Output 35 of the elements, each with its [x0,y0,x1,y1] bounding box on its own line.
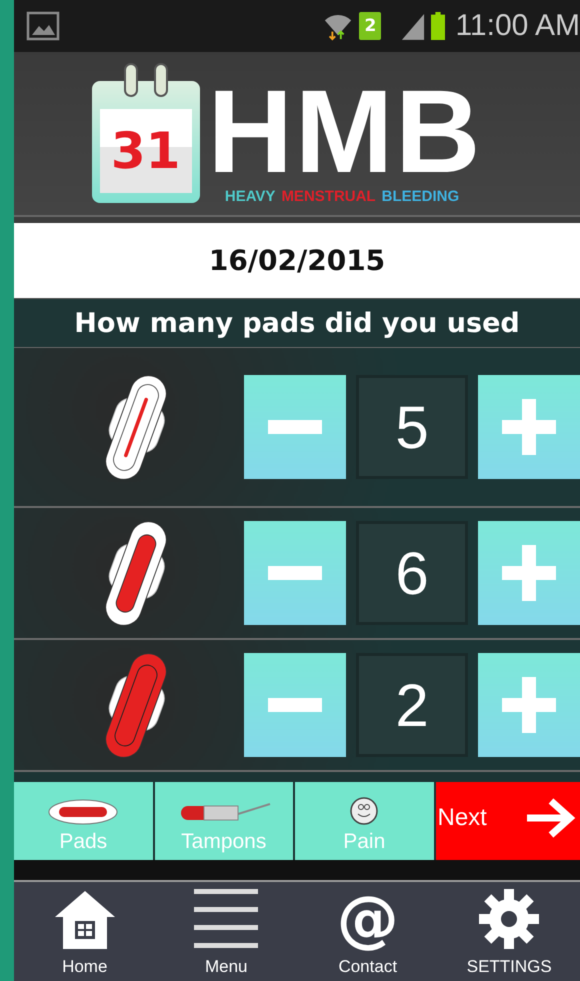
date-label: 16/02/2015 [14,217,580,298]
next-button[interactable]: Next [436,782,580,860]
settings-icon [477,887,542,951]
increase-button[interactable] [478,375,580,479]
picture-icon [26,11,60,41]
plus-icon [502,677,556,733]
menu-icon [194,887,258,951]
at-sign-icon: @ [336,887,399,951]
app-title: HMB [208,82,482,182]
question-text: How many pads did you used [14,298,580,348]
status-time: 11:00 AM [455,9,580,43]
home-nav-button[interactable]: Home [24,887,145,977]
menu-nav-button[interactable]: Menu [166,887,286,977]
increase-button[interactable] [478,653,580,757]
battery-icon [431,11,446,41]
decrease-button[interactable] [244,375,346,479]
right-arrow-icon [524,798,576,838]
minus-icon [268,698,322,712]
contact-nav-button[interactable]: @ Contact [308,887,428,977]
smiley-face-icon [349,796,380,826]
decrease-button[interactable] [244,653,346,757]
minus-icon [268,420,322,434]
plus-icon [502,399,556,455]
app-subtitle: HEAVY MENSTRUAL BLEEDING [224,188,460,204]
increase-button[interactable] [478,521,580,625]
settings-nav-button[interactable]: SETTINGS [449,887,570,977]
count-value: 6 [356,521,468,625]
signal-icon [401,12,426,40]
sim-badge: 2 [359,12,382,40]
plus-icon [502,545,556,601]
count-value: 2 [356,653,468,757]
pad-icon [47,798,120,826]
minus-icon [268,566,322,580]
count-value: 5 [356,375,468,479]
decrease-button[interactable] [244,521,346,625]
